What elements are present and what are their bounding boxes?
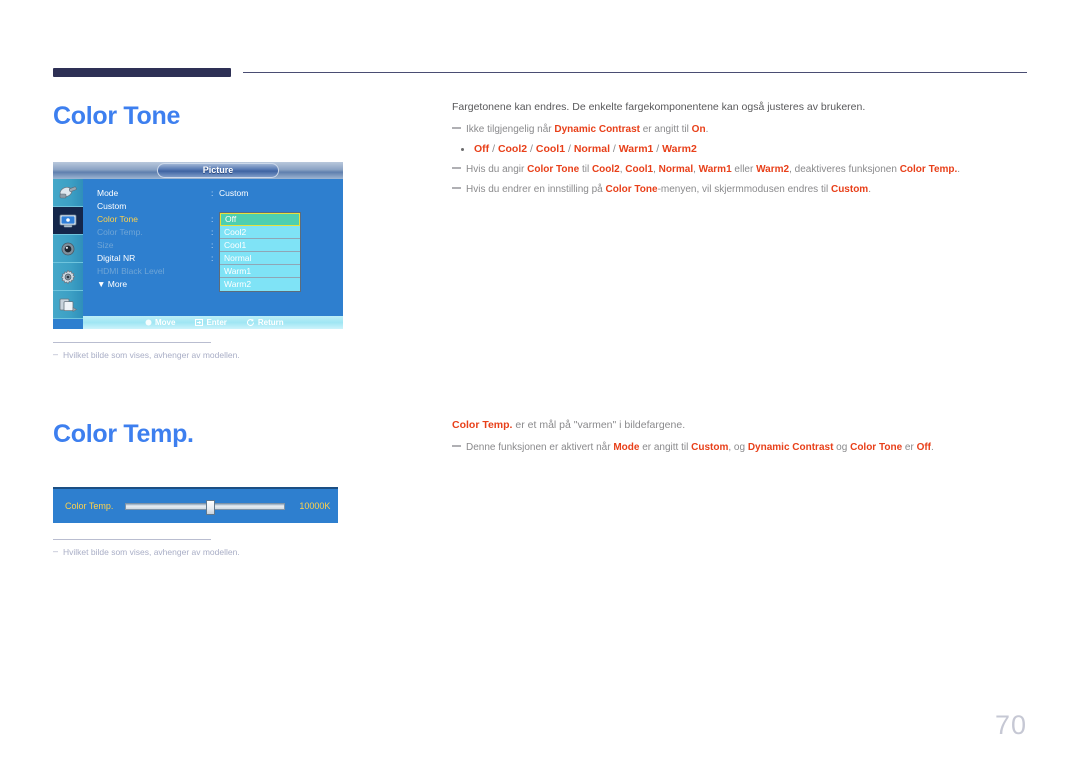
dropdown-option-off[interactable]: Off [220, 213, 300, 226]
manual-page: Color Tone Picture Mode Custom Color Ton… [0, 0, 1080, 763]
colon: : [211, 188, 214, 198]
note-dash [452, 187, 461, 189]
osd-footer-hints: Move Enter Return [83, 316, 343, 329]
lead-text: Color Temp. er et mål på "varmen" i bild… [452, 419, 686, 431]
osd-menu-item[interactable]: Custom [97, 200, 207, 213]
gear-icon [59, 269, 77, 285]
options-bullet-line: Off / Cool2 / Cool1 / Normal / Warm1 / W… [452, 142, 1032, 157]
enter-icon [195, 319, 204, 326]
footnote-block-1: – Hvilket bilde som vises, avhenger av m… [53, 342, 240, 360]
dropdown-option-normal[interactable]: Normal [220, 252, 300, 265]
osd-menu-item-more[interactable]: ▼ More [97, 278, 207, 291]
colon: : [211, 253, 214, 263]
note-text: Hvis du angir Color Tone til Cool2, Cool… [466, 164, 961, 175]
osd-sidebar-item-picture[interactable] [53, 207, 83, 235]
slider-knob[interactable] [206, 499, 216, 515]
note-line: Hvis du endrer en innstilling på Color T… [452, 182, 1032, 197]
footnote-rule [53, 342, 211, 343]
osd-menu-item-digital-nr[interactable]: Digital NR [97, 252, 207, 265]
osd-menu-item[interactable]: Mode [97, 187, 207, 200]
footnote-label: Hvilket bilde som vises, avhenger av mod… [63, 547, 240, 557]
osd-hint-enter: Enter [195, 318, 227, 327]
osd-menu-item-hdmi-black-level[interactable]: HDMI Black Level [97, 265, 207, 278]
osd-hint-move: Move [145, 318, 175, 327]
slider-label: Color Temp. [65, 501, 114, 511]
osd-sidebar-item-system[interactable] [53, 263, 83, 291]
osd-menu-item-color-tone[interactable]: Color Tone [97, 213, 207, 226]
page-title-color-temp: Color Temp. [53, 420, 194, 448]
note-dash [452, 167, 461, 169]
note-line: Denne funksjonen er aktivert når Mode er… [452, 440, 1032, 455]
note-line: Ikke tilgjengelig når Dynamic Contrast e… [452, 122, 1032, 137]
osd-hint-enter-label: Enter [206, 318, 227, 327]
osd-hint-move-label: Move [155, 318, 176, 327]
lead-paragraph: Color Temp. er et mål på "varmen" i bild… [452, 418, 1032, 433]
note-line: Hvis du angir Color Tone til Cool2, Cool… [452, 162, 1032, 177]
dropdown-option-cool1[interactable]: Cool1 [220, 239, 300, 252]
note-text: Denne funksjonen er aktivert når Mode er… [466, 442, 934, 453]
osd-titlebar: Picture [53, 162, 343, 179]
osd-screenshot-picture-menu: Picture Mode Custom Color Tone Color Tem… [53, 162, 343, 329]
colon-blank: : [211, 265, 219, 278]
page-title-color-tone: Color Tone [53, 102, 181, 130]
description-color-tone: Fargetonene kan endres. De enkelte farge… [452, 100, 1032, 202]
note-dash [452, 445, 461, 447]
dropdown-option-warm1[interactable]: Warm1 [220, 265, 300, 278]
osd-menu-list: Mode Custom Color Tone Color Temp. Size … [97, 187, 207, 291]
header-rule [243, 72, 1027, 73]
osd-hint-return-label: Return [257, 318, 284, 327]
footnote-rule [53, 539, 211, 540]
osd-menu-body: Mode Custom Color Tone Color Temp. Size … [83, 179, 343, 319]
slider-value: 10000K [299, 501, 331, 511]
page-number: 70 [994, 710, 1027, 740]
options-text: Off / Cool2 / Cool1 / Normal / Warm1 / W… [474, 143, 697, 155]
osd-sidebar-item-sound[interactable] [53, 235, 83, 263]
footnote-text: – Hvilket bilde som vises, avhenger av m… [53, 546, 240, 558]
colon: : [211, 240, 214, 250]
colon: : [211, 214, 214, 224]
osd-title: Picture [157, 163, 279, 178]
bullet-dot [461, 148, 464, 151]
lead-paragraph: Fargetonene kan endres. De enkelte farge… [452, 101, 866, 113]
osd-sidebar-item-multi-control[interactable] [53, 291, 83, 319]
header-accent-bar [53, 68, 231, 77]
input-source-icon [58, 185, 78, 201]
sound-icon [59, 241, 77, 257]
osd-screenshot-color-temp-slider: Color Temp. 10000K [53, 487, 338, 523]
osd-menu-item-size[interactable]: Size [97, 239, 207, 252]
colon: : [211, 227, 214, 237]
note-text: Hvis du endrer en innstilling på Color T… [466, 184, 871, 195]
osd-mode-value: Custom [219, 188, 249, 198]
dropdown-option-warm2[interactable]: Warm2 [220, 278, 300, 291]
dash-marker: – [53, 546, 59, 556]
osd-sidebar-item-input-source[interactable] [53, 179, 83, 207]
osd-hint-return: Return [246, 318, 284, 327]
footnote-text: – Hvilket bilde som vises, avhenger av m… [53, 349, 240, 361]
description-color-temp: Color Temp. er et mål på "varmen" i bild… [452, 418, 1032, 460]
footnote-label: Hvilket bilde som vises, avhenger av mod… [63, 350, 240, 360]
osd-menu-item-color-temp[interactable]: Color Temp. [97, 226, 207, 239]
return-icon [246, 319, 254, 326]
osd-sidebar [53, 179, 83, 319]
slider-track[interactable] [125, 499, 286, 515]
colon-blank: : [211, 200, 219, 213]
picture-icon [58, 213, 78, 229]
osd-colon-column: : : : : : : : [211, 187, 219, 278]
dpad-icon [145, 319, 152, 326]
note-text: Ikke tilgjengelig når Dynamic Contrast e… [466, 124, 709, 135]
footnote-block-2: – Hvilket bilde som vises, avhenger av m… [53, 539, 240, 557]
note-dash [452, 127, 461, 129]
multi-control-icon [58, 297, 78, 313]
dropdown-option-cool2[interactable]: Cool2 [220, 226, 300, 239]
osd-color-tone-dropdown[interactable]: Off Cool2 Cool1 Normal Warm1 Warm2 [219, 212, 301, 292]
dash-marker: – [53, 349, 59, 359]
